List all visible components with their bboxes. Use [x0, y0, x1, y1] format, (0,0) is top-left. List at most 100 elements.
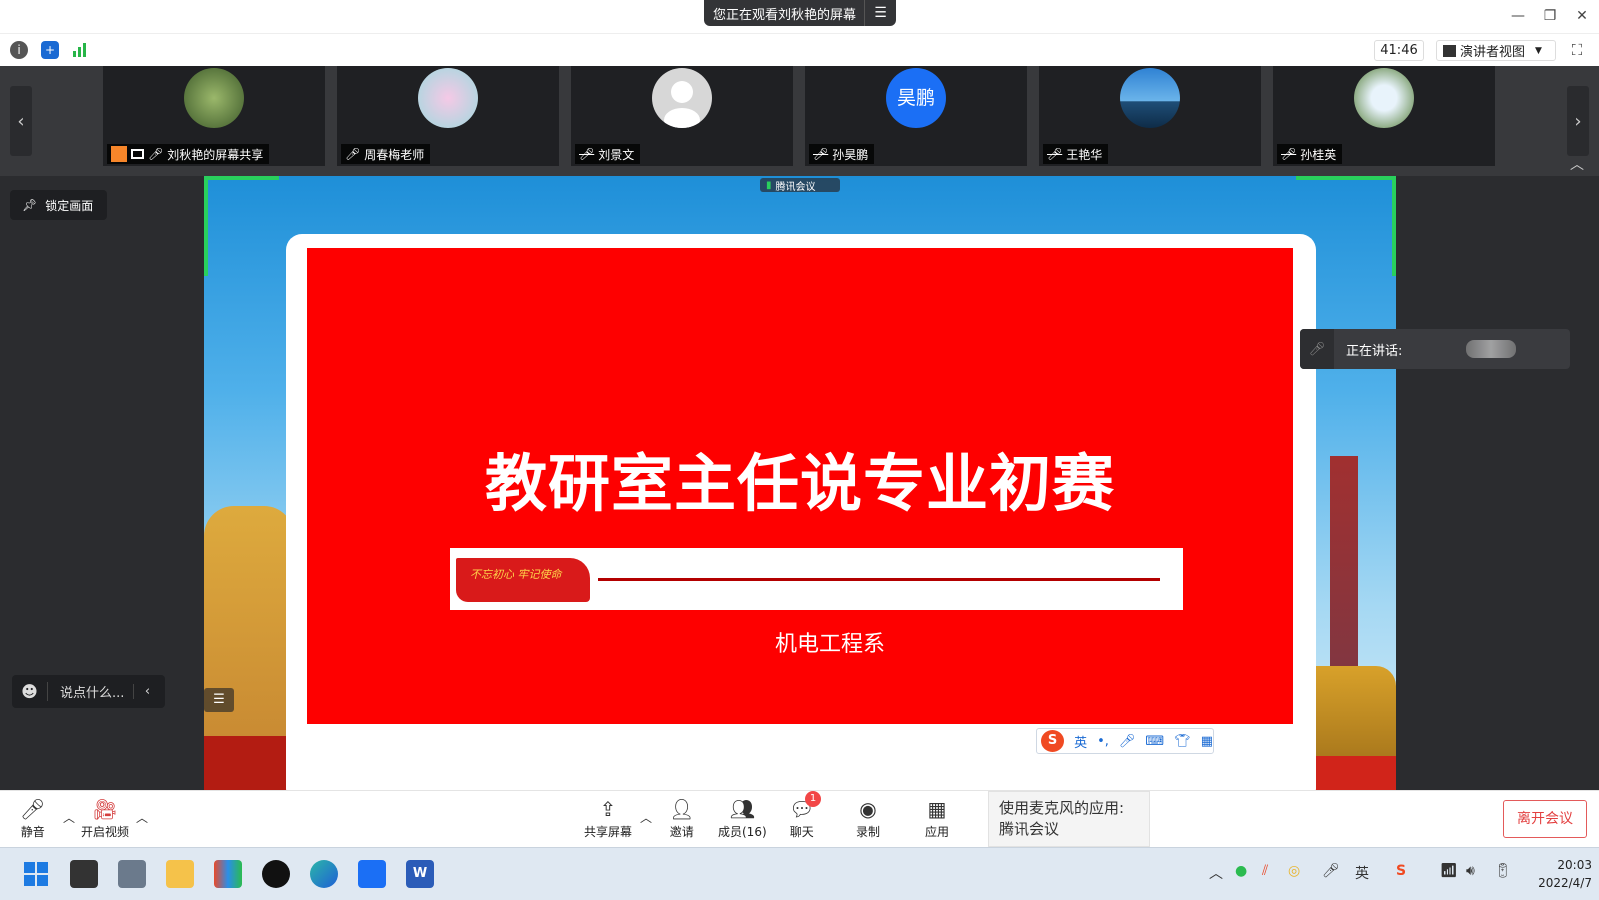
minimize-icon[interactable]: —	[1508, 6, 1528, 26]
signal-icon[interactable]	[71, 41, 89, 59]
clock-date: 2022/4/7	[1538, 876, 1592, 890]
chevron-up-icon[interactable]: ︿	[1209, 863, 1223, 883]
lock-view-button[interactable]: 📌︎ 锁定画面	[10, 190, 107, 220]
info-icon[interactable]: i	[10, 41, 28, 59]
main-stage: 📌︎ 锁定画面 教研室主任说专业初赛 不忘初心 牢记使命 机电工程系 ▮ 腾讯会…	[0, 176, 1599, 790]
mic-muted-icon: 🎤︎	[1281, 147, 1297, 161]
tencent-meeting-icon[interactable]	[358, 860, 386, 888]
emoji-icon[interactable]: ☻	[12, 682, 48, 701]
system-clock[interactable]: 20:03 2022/4/7	[1524, 856, 1592, 892]
volume-icon[interactable]: 🔊︎	[1466, 863, 1475, 879]
apps-label: 应用	[925, 825, 950, 839]
slide-subtitle: 机电工程系	[774, 632, 885, 657]
members-icon: 👥︎	[729, 797, 756, 821]
word-icon[interactable]: W	[406, 860, 434, 888]
participant-tile[interactable]: 昊鹏 🎤︎ 孙昊鹏	[805, 66, 1027, 166]
mic-icon: 🎤︎	[20, 797, 46, 821]
record-button[interactable]: ◉ 录制	[856, 795, 880, 843]
file-explorer-icon[interactable]	[166, 860, 194, 888]
chat-badge: 1	[805, 791, 821, 807]
participant-name: 刘景文	[598, 147, 635, 162]
menu-icon[interactable]: ☰	[864, 0, 896, 26]
party-seal-logo: 不忘初心 牢记使命	[456, 558, 590, 602]
chrome-icon[interactable]: ◎	[1288, 863, 1300, 879]
participant-tile[interactable]: 🎤︎ 孙桂英	[1273, 66, 1495, 166]
participant-label: 🎤︎ 孙昊鹏	[809, 144, 875, 164]
restore-icon[interactable]: ❐	[1540, 6, 1560, 26]
close-icon[interactable]: ✕	[1572, 6, 1592, 26]
chevron-up-icon[interactable]: ︿	[63, 809, 75, 826]
banner-line	[598, 578, 1160, 581]
shield-icon[interactable]: +	[41, 41, 59, 59]
sogou-tray-icon[interactable]: S	[1396, 863, 1406, 879]
strip-next-icon[interactable]: ›	[1567, 86, 1589, 156]
leave-meeting-button[interactable]: 离开会议	[1503, 800, 1587, 838]
participant-label: 🎤︎ 孙桂英	[1277, 144, 1343, 164]
skin-icon[interactable]: 👕︎	[1174, 734, 1191, 749]
keyboard-icon[interactable]: ⌨	[1145, 734, 1164, 749]
camera-icon[interactable]	[118, 860, 146, 888]
video-button[interactable]: 🎥︎ 开启视频	[81, 795, 129, 843]
punctuation-icon[interactable]: •,	[1097, 734, 1109, 749]
task-view-icon[interactable]	[70, 860, 98, 888]
chat-input[interactable]: ☻ 说点什么... ‹	[12, 675, 165, 708]
participant-tile[interactable]: 🎤︎ 刘秋艳的屏幕共享	[103, 66, 325, 166]
mic-icon[interactable]: 🎤︎	[1119, 734, 1136, 749]
participant-name: 孙桂英	[1300, 147, 1337, 162]
participant-name: 周春梅老师	[364, 147, 425, 162]
pin-icon: 📌︎	[22, 198, 38, 212]
chevron-up-icon[interactable]: ︿	[640, 809, 652, 826]
ime-lang[interactable]: 英	[1074, 732, 1087, 751]
chevron-left-icon[interactable]: ‹	[133, 684, 161, 699]
speaking-label: 正在讲话:	[1346, 343, 1403, 359]
wifi-icon[interactable]: 📶︎	[1440, 863, 1458, 879]
mute-button[interactable]: 🎤︎ 静音	[20, 795, 45, 843]
windows-start-icon[interactable]	[22, 860, 50, 888]
share-banner[interactable]: 您正在观看刘秋艳的屏幕 ☰	[704, 0, 896, 26]
invite-label: 邀请	[669, 825, 694, 839]
chevron-up-icon[interactable]: ︿	[136, 809, 148, 826]
taskbar-ime[interactable]: 英	[1355, 863, 1369, 883]
share-screen-icon	[111, 146, 127, 162]
tencent-badge: ▮ 腾讯会议	[760, 178, 840, 193]
share-screen-button[interactable]: ⇪ 共享屏幕	[584, 795, 632, 843]
participant-name: 孙昊鹏	[832, 147, 869, 162]
mic-icon[interactable]: 🎤︎	[1322, 863, 1340, 879]
members-button[interactable]: 👥︎ 成员(16)	[718, 795, 767, 843]
apps-button[interactable]: ▦ 应用	[925, 795, 949, 843]
participant-tile[interactable]: 🎤︎ 王艳华	[1039, 66, 1261, 166]
sogou-icon[interactable]: S	[1041, 730, 1065, 752]
strip-prev-icon[interactable]: ‹	[10, 86, 32, 156]
participant-label: 🎤︎ 王艳华	[1043, 144, 1109, 164]
ime-toolbar[interactable]: S 英 •, 🎤︎ ⌨ 👕︎ ▦	[1036, 728, 1214, 754]
edge-icon[interactable]	[310, 860, 338, 888]
view-mode-dropdown[interactable]: 演讲者视图 ▼	[1436, 40, 1556, 61]
wps-icon[interactable]	[214, 860, 242, 888]
wechat-icon[interactable]: ●	[1235, 863, 1247, 879]
participant-strip: ‹ 🎤︎ 刘秋艳的屏幕共享 🎤︎ 周春梅老师 🎤︎ 刘景文 昊鹏 🎤︎ 孙昊鹏	[0, 66, 1599, 176]
meeting-timer: 41:46	[1374, 40, 1424, 61]
toast-line2: 腾讯会议	[999, 820, 1060, 838]
record-label: 录制	[856, 825, 881, 839]
participant-tile[interactable]: 🎤︎ 周春梅老师	[337, 66, 559, 166]
speaker-name-blurred	[1466, 340, 1516, 358]
chat-button[interactable]: 💬︎ 1 聊天	[789, 791, 821, 843]
toast-line1: 使用麦克风的应用:	[999, 799, 1125, 817]
share-screen-label: 共享屏幕	[584, 825, 633, 839]
avatar	[418, 68, 478, 128]
qq-icon[interactable]	[262, 860, 290, 888]
invite-button[interactable]: 👤︎ 邀请	[669, 795, 694, 843]
participant-name: 刘秋艳的屏幕共享	[167, 147, 264, 162]
wps-tray-icon[interactable]: ⫽	[1262, 863, 1268, 879]
list-icon[interactable]: ☰	[204, 688, 234, 712]
participant-tile[interactable]: 🎤︎ 刘景文	[571, 66, 793, 166]
battery-icon[interactable]: 🔋︎	[1494, 863, 1512, 879]
mic-usage-toast: 使用麦克风的应用: 腾讯会议	[988, 791, 1150, 847]
chevron-up-icon[interactable]: ︿	[1570, 154, 1584, 174]
apps-icon: ▦	[927, 797, 947, 821]
grid-icon[interactable]: ▦	[1201, 734, 1213, 749]
share-screen-icon: ⇪	[599, 797, 617, 821]
fullscreen-icon[interactable]: ⛶	[1568, 41, 1586, 59]
add-user-icon: 👤︎	[669, 797, 695, 821]
view-mode-label: 演讲者视图	[1460, 45, 1526, 60]
